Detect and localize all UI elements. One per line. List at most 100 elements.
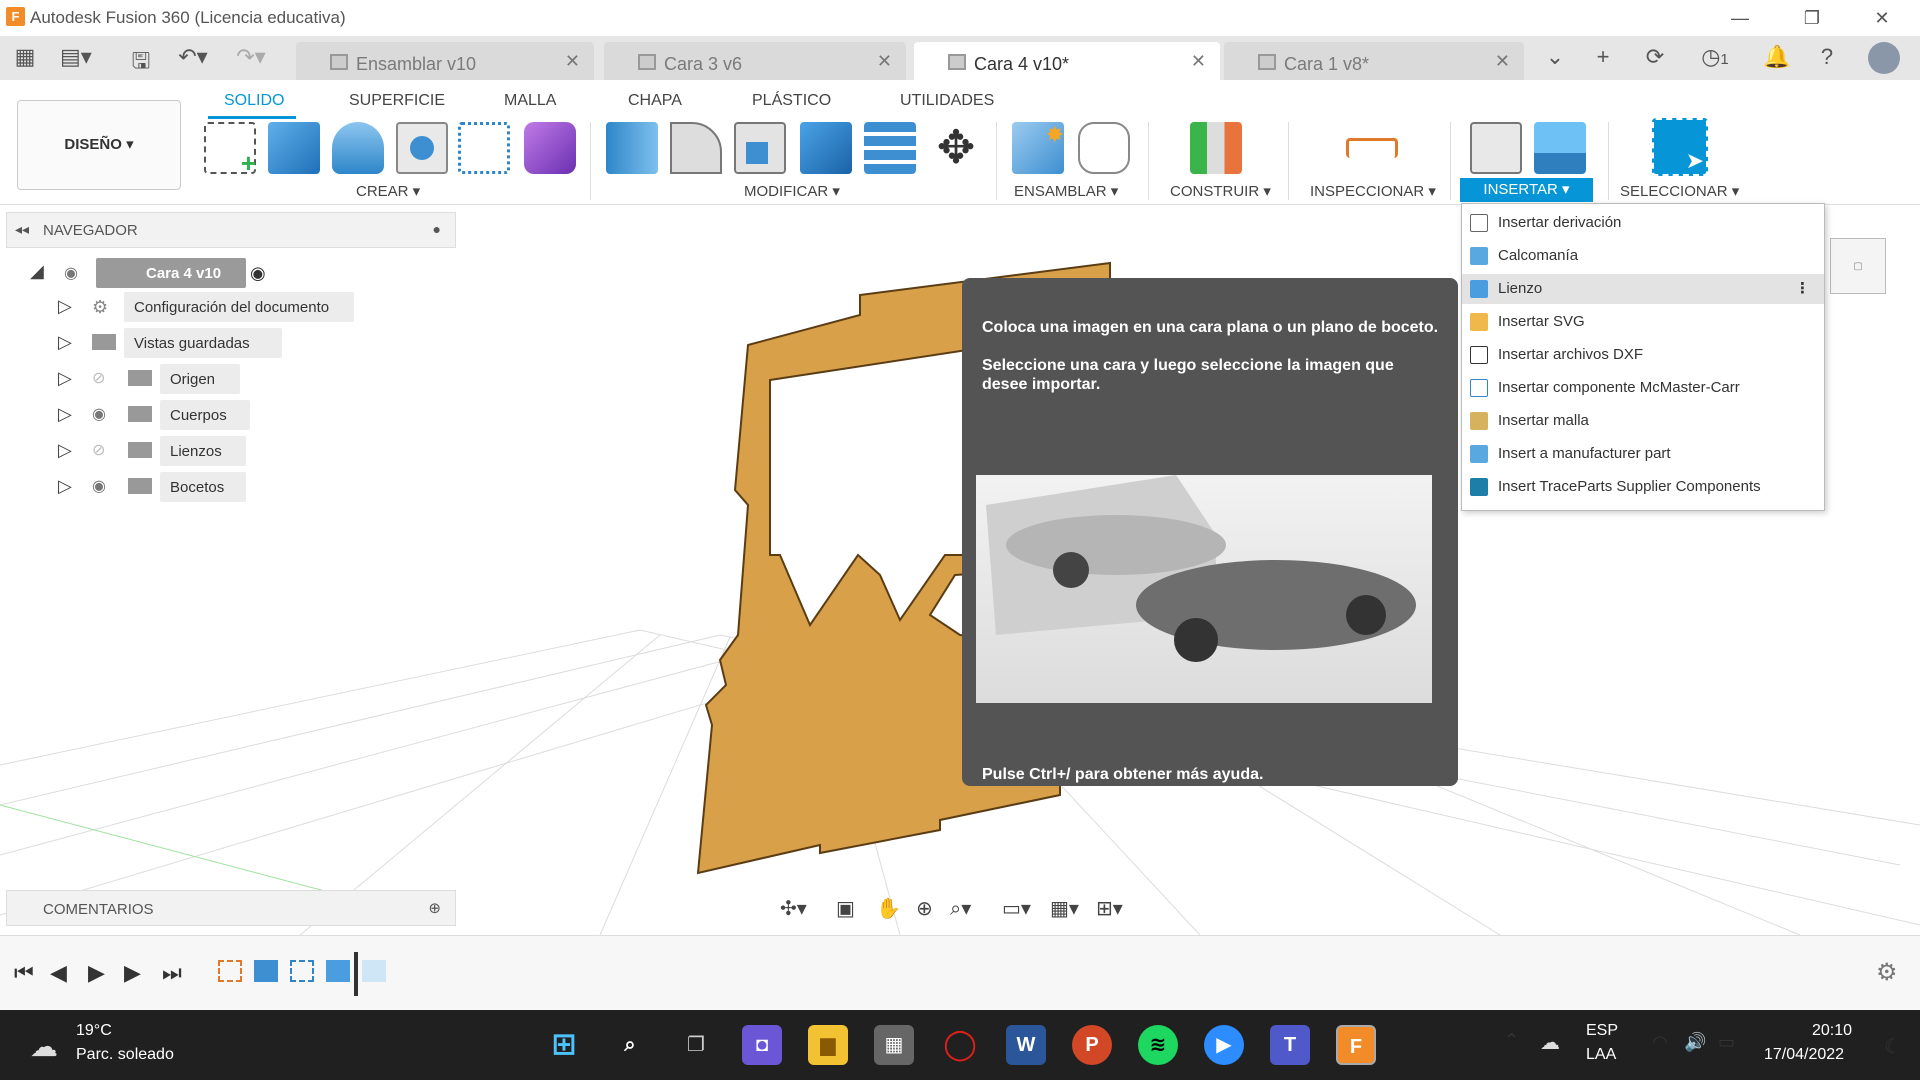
- measure-icon[interactable]: [1346, 138, 1398, 158]
- expand-triangle-icon[interactable]: ▷: [58, 476, 72, 497]
- notifications-icon[interactable]: 🔔: [1762, 44, 1792, 70]
- menu-item-decal[interactable]: Calcomanía: [1462, 241, 1824, 271]
- collapse-panel-icon[interactable]: ◂◂: [15, 221, 29, 238]
- close-tab-icon[interactable]: ✕: [1495, 51, 1510, 72]
- avatar[interactable]: [1868, 42, 1900, 74]
- create-form-icon[interactable]: [524, 122, 576, 174]
- clock-date[interactable]: 17/04/2022: [1764, 1046, 1844, 1064]
- press-pull-icon[interactable]: [606, 122, 658, 174]
- joint-icon[interactable]: [1078, 122, 1130, 174]
- select-icon[interactable]: ➤: [1652, 118, 1708, 176]
- add-comment-icon[interactable]: ⊕: [428, 899, 441, 917]
- new-tab-icon[interactable]: +: [1588, 44, 1618, 70]
- expand-triangle-icon[interactable]: ▷: [58, 332, 72, 353]
- expand-triangle-icon[interactable]: ▷: [58, 404, 72, 425]
- activate-radio-icon[interactable]: ◉: [250, 263, 266, 284]
- tab-solido[interactable]: SOLIDO: [224, 92, 284, 110]
- expand-triangle-icon[interactable]: ▷: [58, 296, 72, 317]
- timeline-sketch-icon[interactable]: [218, 960, 242, 982]
- pan-icon[interactable]: ✋: [876, 896, 901, 921]
- task-view-icon[interactable]: ❐: [676, 1025, 716, 1065]
- revolve-icon[interactable]: [332, 122, 384, 174]
- close-tab-icon[interactable]: ✕: [1191, 51, 1206, 72]
- look-at-icon[interactable]: ▣: [836, 896, 855, 921]
- play-icon[interactable]: ▶: [88, 960, 105, 986]
- menu-item-manufacturer-part[interactable]: Insert a manufacturer part: [1462, 439, 1824, 469]
- chevron-up-icon[interactable]: ⌃: [1504, 1030, 1519, 1051]
- close-tab-icon[interactable]: ✕: [877, 51, 892, 72]
- spotify-icon[interactable]: ≋: [1138, 1025, 1178, 1065]
- display-settings-icon[interactable]: ▭▾: [1002, 896, 1031, 921]
- timeline-feature-icon[interactable]: [362, 960, 386, 982]
- offset-plane-icon[interactable]: [1190, 122, 1242, 174]
- timeline-sketch-icon[interactable]: [290, 960, 314, 982]
- shell-icon[interactable]: [396, 122, 448, 174]
- weather-temp[interactable]: 19°C: [76, 1022, 112, 1040]
- split-body-icon[interactable]: [864, 122, 916, 174]
- tab-ensamblar[interactable]: Ensamblar v10 ✕: [296, 42, 594, 80]
- navigator-item-saved-views[interactable]: Vistas guardadas: [124, 328, 282, 358]
- collapse-triangle-icon[interactable]: ◢: [30, 261, 44, 282]
- timeline-marker[interactable]: [354, 952, 358, 996]
- navigator-item-origin[interactable]: Origen: [160, 364, 240, 394]
- file-menu-icon[interactable]: ▤▾: [60, 44, 92, 70]
- select-menu[interactable]: SELECCIONAR ▾: [1620, 182, 1739, 200]
- visibility-eye-icon[interactable]: ◉: [92, 476, 106, 496]
- menu-item-mcmaster[interactable]: Insertar componente McMaster-Carr: [1462, 373, 1824, 403]
- zoom-app-icon[interactable]: ▶: [1204, 1025, 1244, 1065]
- comments-panel[interactable]: COMENTARIOS ⊕: [6, 890, 456, 926]
- canvas-image-icon[interactable]: [1534, 122, 1586, 174]
- battery-icon[interactable]: ▭: [1718, 1032, 1735, 1053]
- file-explorer-icon[interactable]: ▆: [808, 1025, 848, 1065]
- tab-utilidades[interactable]: UTILIDADES: [900, 92, 994, 110]
- weather-cloud-icon[interactable]: ☁: [30, 1030, 58, 1063]
- chevron-down-icon[interactable]: ⌄: [1540, 44, 1570, 70]
- restore-icon[interactable]: ❐: [1792, 4, 1832, 32]
- workspace-design-button[interactable]: DISEÑO ▾: [17, 100, 181, 190]
- extensions-icon[interactable]: ⟳: [1640, 44, 1670, 70]
- tab-plastico[interactable]: PLÁSTICO: [752, 92, 831, 110]
- inspect-menu[interactable]: INSPECCIONAR ▾: [1310, 182, 1436, 200]
- insert-menu[interactable]: INSERTAR ▾: [1460, 178, 1593, 202]
- chat-icon[interactable]: ◘: [742, 1025, 782, 1065]
- new-component-icon[interactable]: ✸: [1012, 122, 1064, 174]
- assemble-menu[interactable]: ENSAMBLAR ▾: [1014, 182, 1118, 200]
- menu-item-insert-dxf[interactable]: Insertar archivos DXF: [1462, 340, 1824, 370]
- zoom-icon[interactable]: ⊕: [916, 896, 933, 921]
- orbit-icon[interactable]: ✣▾: [780, 896, 807, 921]
- timeline-extrude-icon[interactable]: [254, 960, 278, 982]
- tab-cara-3[interactable]: Cara 3 v6 ✕: [604, 42, 906, 80]
- visibility-eye-icon[interactable]: ◉: [64, 263, 78, 283]
- navigator-item-document-settings[interactable]: Configuración del documento: [124, 292, 354, 322]
- wifi-icon[interactable]: ◠: [1652, 1032, 1668, 1053]
- timeline-canvas-icon[interactable]: [326, 960, 350, 982]
- visibility-hidden-icon[interactable]: ⊘: [92, 368, 105, 388]
- chamfer-icon[interactable]: [734, 122, 786, 174]
- weather-desc[interactable]: Parc. soleado: [76, 1046, 174, 1064]
- word-icon[interactable]: W: [1006, 1025, 1046, 1065]
- menu-item-insert-mesh[interactable]: Insertar malla: [1462, 406, 1824, 436]
- redo-icon[interactable]: ↷▾: [236, 44, 266, 70]
- create-menu[interactable]: CREAR ▾: [356, 182, 420, 200]
- opera-icon[interactable]: ◯: [940, 1025, 980, 1065]
- timeline-settings-gear-icon[interactable]: ⚙: [1876, 958, 1898, 987]
- job-status-icon[interactable]: ◷1: [1690, 44, 1740, 70]
- clock-time[interactable]: 20:10: [1812, 1022, 1852, 1040]
- keyboard-layout[interactable]: LAA: [1586, 1046, 1616, 1064]
- viewports-icon[interactable]: ⊞▾: [1096, 896, 1123, 921]
- search-icon[interactable]: ⌕: [610, 1025, 650, 1065]
- calculator-icon[interactable]: ▦: [874, 1025, 914, 1065]
- more-options-icon[interactable]: ⋮: [1795, 279, 1810, 297]
- undo-icon[interactable]: ↶▾: [178, 44, 208, 70]
- save-icon[interactable]: 🖫: [126, 44, 156, 82]
- minimize-panel-icon[interactable]: ●: [433, 221, 441, 237]
- navigator-item-bodies[interactable]: Cuerpos: [160, 400, 250, 430]
- navigator-item-sketches[interactable]: Bocetos: [160, 472, 246, 502]
- minimize-icon[interactable]: —: [1720, 4, 1760, 32]
- powerpoint-icon[interactable]: P: [1072, 1025, 1112, 1065]
- view-cube[interactable]: ▢: [1830, 238, 1886, 294]
- step-back-icon[interactable]: ◀: [50, 960, 67, 986]
- expand-triangle-icon[interactable]: ▷: [58, 440, 72, 461]
- expand-triangle-icon[interactable]: ▷: [58, 368, 72, 389]
- tab-cara-4[interactable]: Cara 4 v10* ✕: [914, 42, 1220, 80]
